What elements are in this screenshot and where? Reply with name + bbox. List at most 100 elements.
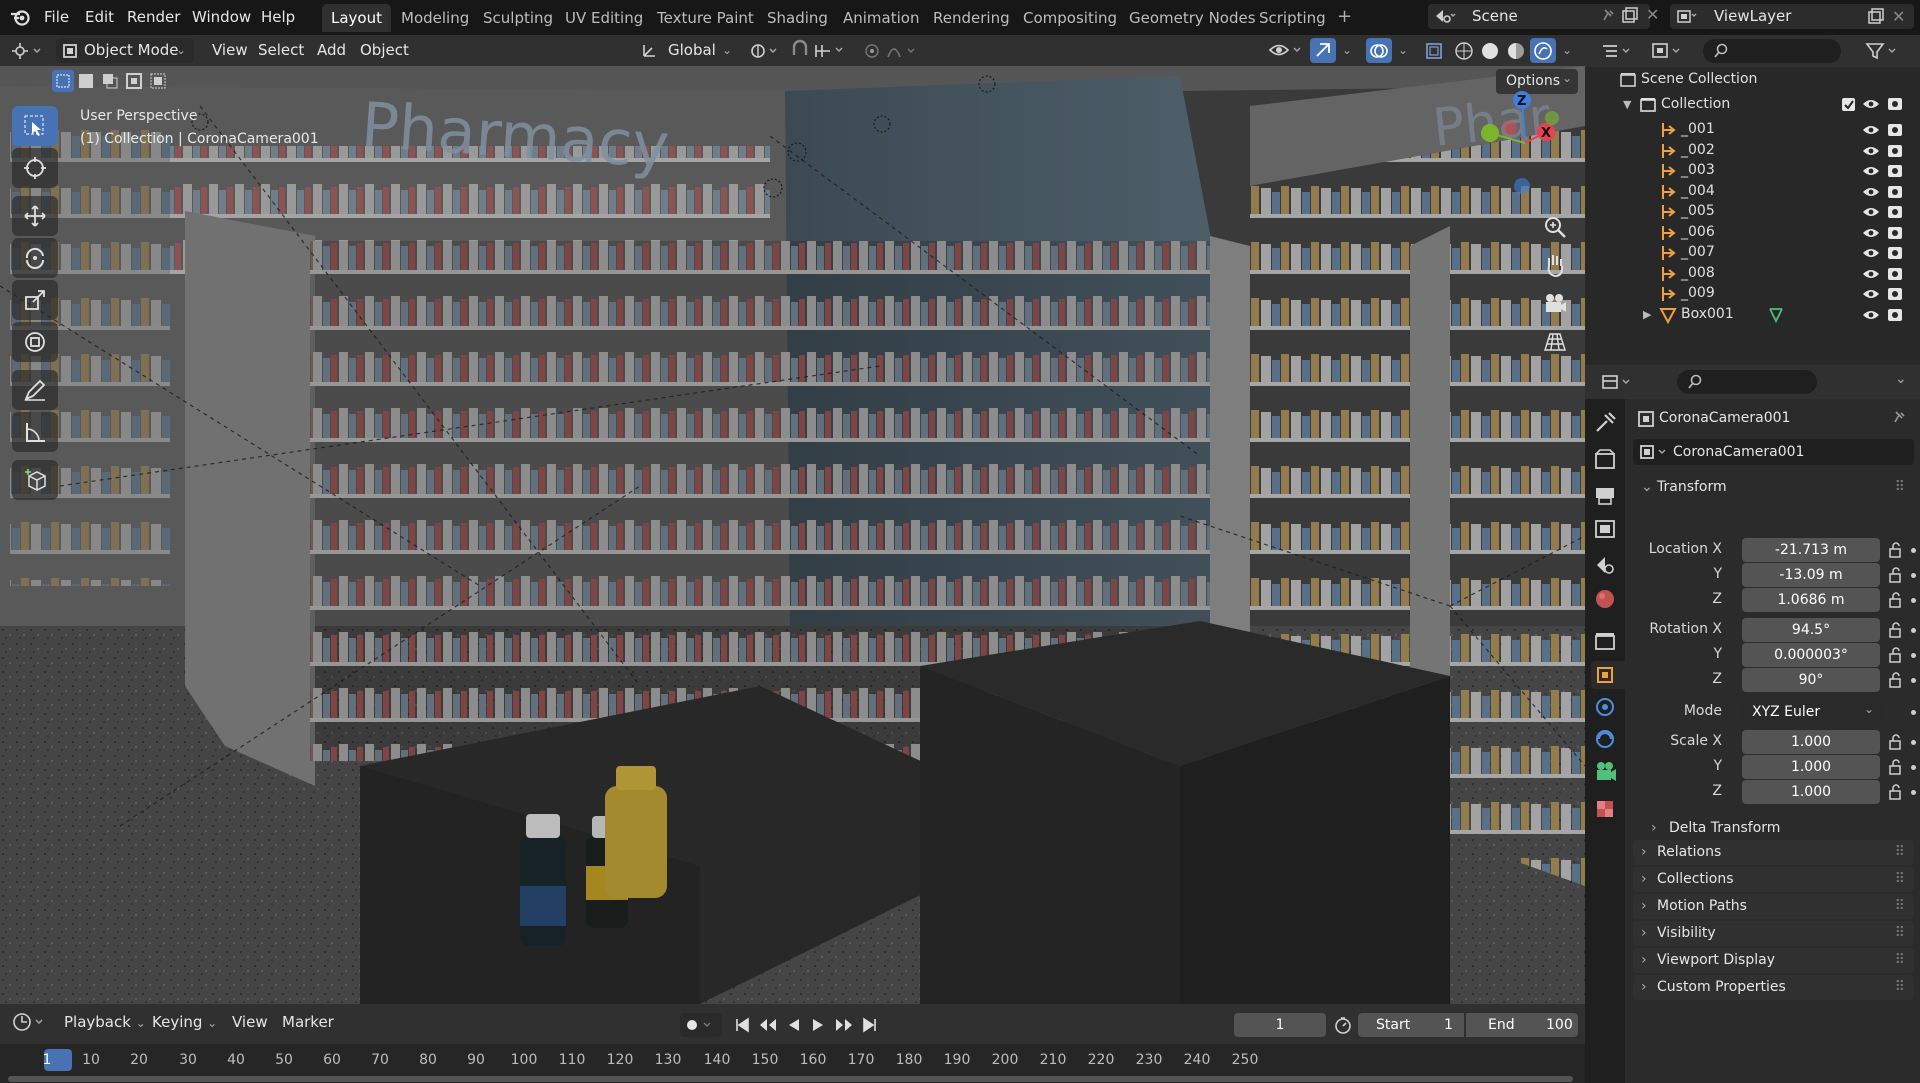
scale-y-field[interactable]: 1.000 xyxy=(1742,755,1880,779)
keyframe-dot-icon[interactable] xyxy=(1911,573,1916,578)
outliner-editor-icon[interactable] xyxy=(1601,42,1635,60)
tab-texture-paint[interactable]: Texture Paint xyxy=(648,4,763,32)
play-reverse-icon[interactable] xyxy=(786,1017,802,1033)
drag-handle-icon[interactable]: ⠿ xyxy=(1895,473,1906,501)
transform-tool[interactable] xyxy=(12,322,58,362)
render-camera-icon[interactable] xyxy=(1887,245,1903,261)
filter-icon[interactable] xyxy=(1865,41,1901,61)
render-camera-icon[interactable] xyxy=(1887,307,1903,323)
lock-icon[interactable] xyxy=(1888,647,1904,663)
add-cube-tool[interactable] xyxy=(12,460,58,500)
panel-motion-paths[interactable]: › Motion Paths ⠿ xyxy=(1633,894,1914,919)
annotate-tool[interactable] xyxy=(12,370,58,410)
cursor-tool[interactable] xyxy=(12,148,58,188)
xray-toggle-icon[interactable] xyxy=(1424,41,1444,61)
jump-start-icon[interactable] xyxy=(734,1017,750,1033)
lock-icon[interactable] xyxy=(1888,672,1904,688)
tab-layout[interactable]: Layout xyxy=(322,4,391,32)
rotate-tool[interactable] xyxy=(12,238,58,278)
mesh-data-icon[interactable] xyxy=(1767,306,1785,324)
menu-render[interactable]: Render xyxy=(123,4,184,30)
tab-shading[interactable]: Shading xyxy=(758,4,837,32)
move-tool[interactable] xyxy=(12,196,58,236)
properties-search-input[interactable] xyxy=(1677,370,1817,394)
lock-icon[interactable] xyxy=(1888,542,1904,558)
scene-tab-icon[interactable] xyxy=(1591,551,1619,579)
keyframe-dot-icon[interactable] xyxy=(1911,790,1916,795)
expand-arrow-icon[interactable]: ▶ xyxy=(1643,302,1651,327)
new-scene-icon[interactable] xyxy=(1620,6,1640,26)
rotation-mode-select[interactable]: XYZ Euler ⌄ xyxy=(1742,700,1882,724)
eye-icon[interactable] xyxy=(1862,205,1880,219)
drag-handle-icon[interactable]: ⠿ xyxy=(1895,921,1906,946)
datablock-icon[interactable] xyxy=(1639,443,1669,461)
keyframe-dot-icon[interactable] xyxy=(1911,678,1916,683)
lock-icon[interactable] xyxy=(1888,622,1904,638)
eye-icon[interactable] xyxy=(1862,308,1880,322)
timeline-view-menu[interactable]: View xyxy=(226,1010,274,1035)
material-shading-icon[interactable] xyxy=(1506,41,1526,61)
end-frame-field[interactable]: End 100 xyxy=(1466,1013,1578,1037)
outliner-scene-collection[interactable]: Scene Collection xyxy=(1585,67,1920,92)
perspective-toggle-icon[interactable] xyxy=(1542,328,1568,354)
eye-icon[interactable] xyxy=(1862,144,1880,158)
transform-orientation[interactable]: Global ⌄ xyxy=(636,38,736,63)
timeline-scrollbar[interactable] xyxy=(8,1076,1573,1082)
pin-icon[interactable] xyxy=(1891,410,1907,426)
marker-menu[interactable]: Marker xyxy=(276,1010,340,1035)
mode-selector[interactable]: Object Mode ⌄ xyxy=(56,38,194,63)
render-camera-icon[interactable] xyxy=(1887,286,1903,302)
drag-handle-icon[interactable]: ⠿ xyxy=(1895,948,1906,973)
eye-icon[interactable] xyxy=(1862,226,1880,240)
proportional-edit-icon[interactable] xyxy=(862,41,922,61)
blender-logo-icon[interactable] xyxy=(10,8,30,26)
render-camera-icon[interactable] xyxy=(1887,266,1903,282)
properties-editor-icon[interactable] xyxy=(1601,373,1635,391)
collection-tab-icon[interactable] xyxy=(1591,627,1619,655)
select-box-tool[interactable] xyxy=(12,106,58,146)
eye-icon[interactable] xyxy=(1862,287,1880,301)
jump-end-icon[interactable] xyxy=(862,1017,878,1033)
camera-data-tab-icon[interactable] xyxy=(1591,757,1619,785)
panel-viewport-display[interactable]: › Viewport Display ⠿ xyxy=(1633,948,1914,973)
tab-rendering[interactable]: Rendering xyxy=(924,4,1019,32)
outliner-item[interactable]: ▶ Box001 xyxy=(1585,302,1920,327)
tab-animation[interactable]: Animation xyxy=(834,4,928,32)
modifier-tab-icon[interactable] xyxy=(1591,693,1619,721)
overlays-dropdown-icon[interactable]: ⌄ xyxy=(1398,43,1408,57)
camera-view-icon[interactable] xyxy=(1542,290,1568,316)
panel-relations[interactable]: › Relations ⠿ xyxy=(1633,840,1914,865)
eye-icon[interactable] xyxy=(1862,97,1880,111)
transform-panel-header[interactable]: ⌄ Transform ⠿ xyxy=(1633,473,1914,501)
menu-edit[interactable]: Edit xyxy=(81,4,118,30)
drag-handle-icon[interactable]: ⠿ xyxy=(1895,840,1906,865)
pin-icon[interactable] xyxy=(1600,8,1616,24)
outliner-collection[interactable]: ▼ Collection xyxy=(1585,92,1920,117)
eye-icon[interactable] xyxy=(1862,267,1880,281)
render-camera-icon[interactable] xyxy=(1887,163,1903,179)
outliner-search-input[interactable] xyxy=(1703,39,1841,63)
scale-tool[interactable] xyxy=(12,280,58,320)
output-tab-icon[interactable] xyxy=(1591,481,1619,509)
pan-hand-icon[interactable] xyxy=(1542,252,1568,278)
drag-handle-icon[interactable]: ⠿ xyxy=(1895,975,1906,1000)
render-camera-icon[interactable] xyxy=(1887,204,1903,220)
select-new-icon[interactable] xyxy=(52,70,74,92)
jump-keyframe-back-icon[interactable] xyxy=(758,1017,778,1033)
measure-tool[interactable] xyxy=(12,412,58,452)
tab-compositing[interactable]: Compositing xyxy=(1014,4,1126,32)
playback-menu[interactable]: Playback ⌄ xyxy=(58,1010,152,1035)
3d-viewport[interactable]: Pharmacy Phar User Perspective (1) Colle… xyxy=(0,66,1585,1004)
eye-icon[interactable] xyxy=(1862,246,1880,260)
lock-icon[interactable] xyxy=(1888,784,1904,800)
view-layer-tab-icon[interactable] xyxy=(1591,515,1619,543)
keying-menu[interactable]: Keying ⌄ xyxy=(146,1010,223,1035)
collection-checkbox[interactable] xyxy=(1842,98,1855,111)
tab-uv-editing[interactable]: UV Editing xyxy=(556,4,652,32)
lock-icon[interactable] xyxy=(1888,592,1904,608)
delete-view-layer-icon[interactable]: ✕ xyxy=(1892,4,1905,29)
lock-icon[interactable] xyxy=(1888,759,1904,775)
timeline-editor-icon[interactable] xyxy=(12,1012,48,1032)
menu-add[interactable]: Add xyxy=(311,38,352,63)
location-x-field[interactable]: -21.713 m xyxy=(1742,538,1880,562)
